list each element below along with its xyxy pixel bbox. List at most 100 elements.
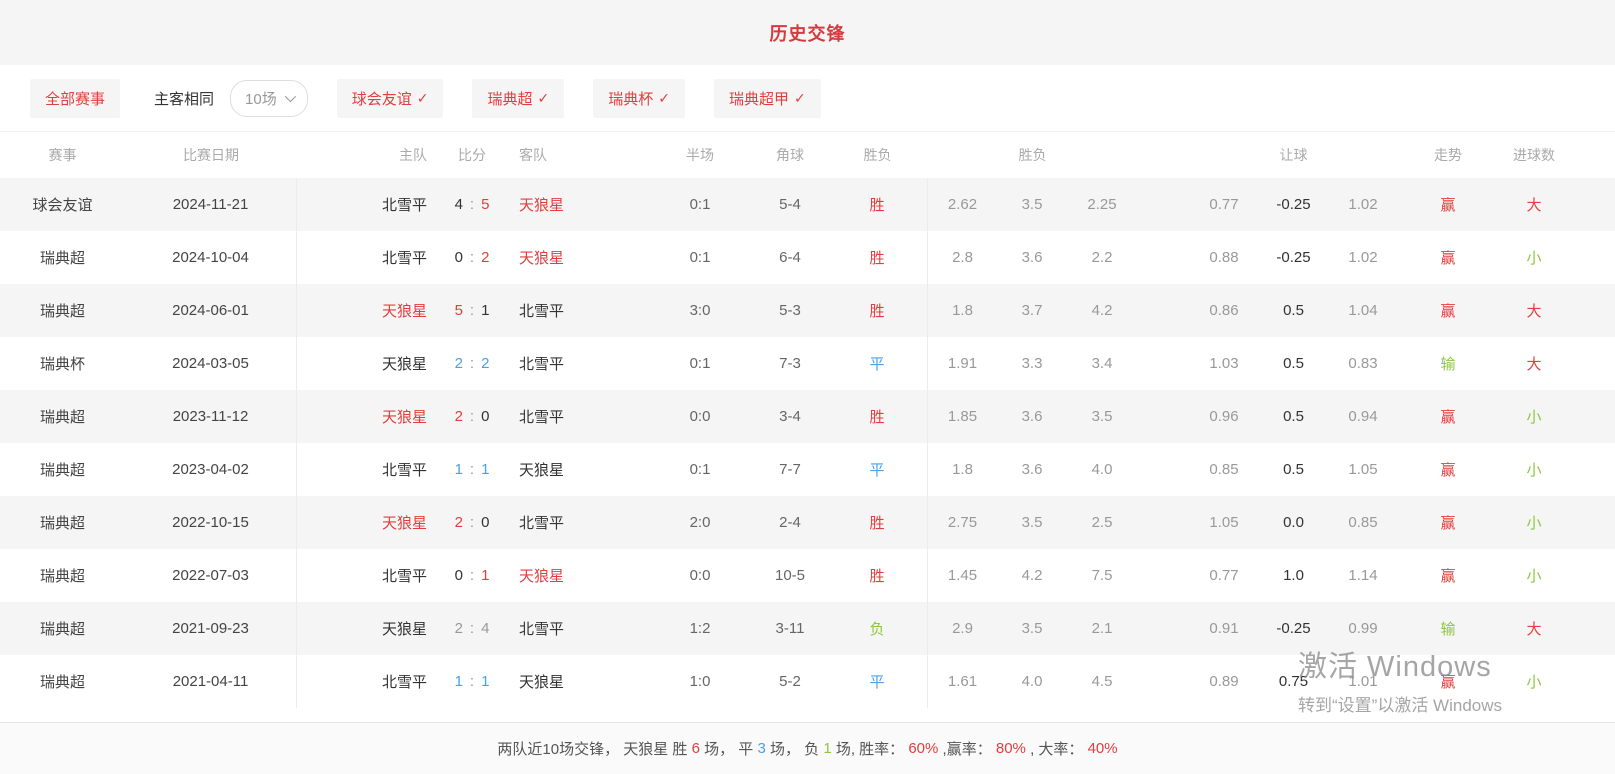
check-icon: ✓: [417, 90, 429, 107]
result-cell: 胜: [827, 390, 928, 443]
handicap-away-odds-cell: 1.14: [1328, 549, 1398, 602]
odds-win-cell: 2.62: [928, 178, 997, 231]
spacer-cell: [1137, 178, 1189, 231]
summary-text: , 大率：: [1026, 738, 1088, 759]
odds-draw-cell: 3.6: [997, 443, 1067, 496]
match-row[interactable]: 瑞典超 2021-09-23 天狼星 2 : 4 北雪平 1:2 3-11 负 …: [0, 602, 1615, 655]
match-row[interactable]: 瑞典超 2022-10-15 天狼星 2 : 0 北雪平 2:0 2-4 胜 2…: [0, 496, 1615, 549]
half-time-cell: 0:1: [647, 337, 753, 390]
score-separator: :: [470, 408, 474, 425]
corners-cell: 5-3: [753, 284, 827, 337]
home-score: 2: [455, 514, 463, 531]
match-row[interactable]: 瑞典超 2023-11-12 天狼星 2 : 0 北雪平 0:0 3-4 胜 1…: [0, 390, 1615, 443]
away-score: 1: [481, 302, 489, 319]
filter-all-competitions[interactable]: 全部赛事: [30, 79, 120, 118]
odds-lose-cell: 2.2: [1067, 231, 1137, 284]
corners-cell: 5-2: [753, 655, 827, 708]
home-score: 2: [455, 408, 463, 425]
away-team-cell: 北雪平: [507, 390, 647, 443]
home-score: 0: [455, 249, 463, 266]
home-team-cell: 天狼星: [297, 284, 437, 337]
header-date: 比赛日期: [125, 132, 297, 178]
away-score: 0: [481, 514, 489, 531]
match-row[interactable]: 瑞典超 2023-04-02 北雪平 1 : 1 天狼星 0:1 7-7 平 1…: [0, 443, 1615, 496]
score-separator: :: [470, 620, 474, 637]
date-cell: 2022-07-03: [125, 549, 297, 602]
away-score: 1: [481, 567, 489, 584]
home-team-cell: 北雪平: [297, 178, 437, 231]
filter-same-home-away[interactable]: 主客相同: [154, 88, 214, 109]
score-separator: :: [470, 249, 474, 266]
home-team-cell: 天狼星: [297, 602, 437, 655]
date-cell: 2021-04-11: [125, 655, 297, 708]
handicap-home-odds-cell: 1.05: [1189, 496, 1259, 549]
match-count-dropdown[interactable]: 10场: [230, 80, 308, 117]
away-score: 1: [481, 673, 489, 690]
competition-cell: 瑞典超: [0, 602, 125, 655]
filter-bar: 全部赛事 主客相同 10场 球会友谊 ✓ 瑞典超 ✓ 瑞典杯 ✓ 瑞典超甲 ✓: [0, 65, 1615, 132]
odds-lose-cell: 3.5: [1067, 390, 1137, 443]
result-cell: 胜: [827, 178, 928, 231]
result-cell: 平: [827, 337, 928, 390]
handicap-away-odds-cell: 1.02: [1328, 178, 1398, 231]
odds-win-cell: 2.9: [928, 602, 997, 655]
home-team-cell: 北雪平: [297, 443, 437, 496]
result-cell: 胜: [827, 549, 928, 602]
spacer-cell: [1137, 496, 1189, 549]
league-chip-label: 瑞典超: [487, 88, 532, 109]
trend-cell: 赢: [1398, 496, 1498, 549]
trend-cell: 赢: [1398, 231, 1498, 284]
corners-cell: 2-4: [753, 496, 827, 549]
odds-win-cell: 1.91: [928, 337, 997, 390]
spacer-cell: [1137, 231, 1189, 284]
score-cell: 0 : 1: [437, 549, 507, 602]
trend-cell: 赢: [1398, 284, 1498, 337]
date-cell: 2024-06-01: [125, 284, 297, 337]
goals-cell: 大: [1498, 178, 1570, 231]
match-row[interactable]: 瑞典超 2024-06-01 天狼星 5 : 1 北雪平 3:0 5-3 胜 1…: [0, 284, 1615, 337]
away-score: 2: [481, 249, 489, 266]
match-row[interactable]: 球会友谊 2024-11-21 北雪平 4 : 5 天狼星 0:1 5-4 胜 …: [0, 178, 1615, 231]
half-time-cell: 0:0: [647, 549, 753, 602]
handicap-home-odds-cell: 0.91: [1189, 602, 1259, 655]
match-row[interactable]: 瑞典超 2021-04-11 北雪平 1 : 1 天狼星 1:0 5-2 平 1…: [0, 655, 1615, 708]
score-separator: :: [470, 196, 474, 213]
summary-text: 场， 负: [766, 738, 824, 759]
check-icon: ✓: [794, 90, 806, 107]
trend-cell: 输: [1398, 337, 1498, 390]
odds-lose-cell: 7.5: [1067, 549, 1137, 602]
match-row[interactable]: 瑞典超 2022-07-03 北雪平 0 : 1 天狼星 0:0 10-5 胜 …: [0, 549, 1615, 602]
away-team-cell: 天狼星: [507, 443, 647, 496]
odds-win-cell: 1.85: [928, 390, 997, 443]
spacer-cell: [1137, 390, 1189, 443]
corners-cell: 3-11: [753, 602, 827, 655]
spacer-cell: [1137, 549, 1189, 602]
odds-draw-cell: 3.6: [997, 231, 1067, 284]
home-team-cell: 天狼星: [297, 496, 437, 549]
league-filter-chip[interactable]: 球会友谊 ✓: [337, 79, 444, 118]
league-filter-chip[interactable]: 瑞典超甲 ✓: [714, 79, 821, 118]
match-row[interactable]: 瑞典超 2024-10-04 北雪平 0 : 2 天狼星 0:1 6-4 胜 2…: [0, 231, 1615, 284]
league-chip-label: 球会友谊: [352, 88, 412, 109]
odds-win-cell: 1.8: [928, 443, 997, 496]
score-cell: 2 : 0: [437, 390, 507, 443]
away-score: 0: [481, 408, 489, 425]
goals-cell: 大: [1498, 284, 1570, 337]
odds-draw-cell: 4.0: [997, 655, 1067, 708]
result-cell: 胜: [827, 496, 928, 549]
match-row[interactable]: 瑞典杯 2024-03-05 天狼星 2 : 2 北雪平 0:1 7-3 平 1…: [0, 337, 1615, 390]
handicap-away-odds-cell: 0.99: [1328, 602, 1398, 655]
home-score: 2: [455, 620, 463, 637]
trend-cell: 赢: [1398, 178, 1498, 231]
league-chip-label: 瑞典杯: [608, 88, 653, 109]
handicap-away-odds-cell: 1.04: [1328, 284, 1398, 337]
league-filter-chip[interactable]: 瑞典杯 ✓: [593, 79, 685, 118]
competition-cell: 瑞典超: [0, 655, 125, 708]
result-cell: 负: [827, 602, 928, 655]
handicap-line-cell: -0.25: [1259, 602, 1328, 655]
away-score: 1: [481, 461, 489, 478]
competition-cell: 瑞典超: [0, 549, 125, 602]
league-filter-chip[interactable]: 瑞典超 ✓: [472, 79, 564, 118]
spacer-cell: [1137, 337, 1189, 390]
goals-cell: 小: [1498, 549, 1570, 602]
